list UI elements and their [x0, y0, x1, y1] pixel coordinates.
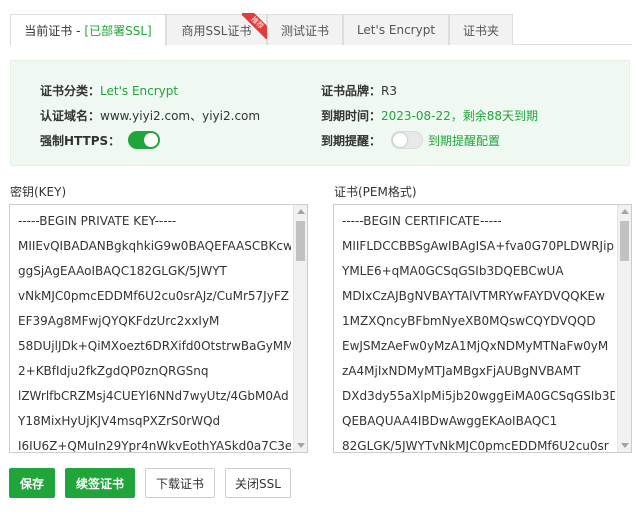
tab-commercial-ssl[interactable]: 商用SSL证书 推荐: [166, 13, 268, 45]
cert-line: 82GLGK/5JWYTvNkMJC0pmcEDDMf6U2cu0sr: [342, 439, 609, 453]
remind-config-link[interactable]: 到期提醒配置: [428, 132, 500, 149]
https-label: 强制HTTPS：: [40, 134, 121, 148]
key-scrollbar[interactable]: [293, 205, 307, 452]
expire-label: 到期时间：: [321, 109, 382, 123]
key-line: 58DUjlJDk+QiMXoezt6DRXifd0OtstrwBaGyMM: [18, 339, 291, 353]
key-line: lZWrlfbCRZMsj4CUEYl6NNd7wyUtz/4GbM0Ad: [18, 389, 289, 403]
tab-current-cert-label: 当前证书 -: [24, 24, 81, 38]
scroll-down-arrow-icon[interactable]: [621, 443, 629, 448]
scroll-up-arrow-icon[interactable]: [297, 209, 305, 214]
key-line: Y18MixHyUjKJV4msqPXZrS0rWQd: [18, 414, 221, 428]
category-row: 证书分类：Let's Encrypt: [40, 82, 178, 99]
key-line: vNkMJC0pmcEDDMf6U2cu0srAJz/CuMr57JyFZ: [18, 289, 289, 303]
tab-cert-folder[interactable]: 证书夹: [449, 14, 513, 45]
recommend-ribbon: 推荐: [242, 13, 268, 39]
category-value: Let's Encrypt: [100, 84, 179, 98]
scroll-thumb[interactable]: [296, 221, 305, 261]
brand-value: R3: [381, 84, 397, 98]
cert-line: MIIFLDCCBBSgAwIBAgISA+fva0G70PLDWRJip: [342, 239, 615, 253]
key-content: -----BEGIN PRIVATE KEY----- MIIEvQIBADANB…: [18, 209, 291, 453]
cert-scrollbar[interactable]: [617, 205, 631, 452]
key-line: I6IU6Z+QMuIn29Ypr4nWkvEothYASkd0a7C3e: [18, 439, 291, 453]
cert-label: 证书(PEM格式): [334, 185, 417, 199]
cert-line: zA4MjIxNDMyMTJaMBgxFjAUBgNVBAMT: [342, 364, 581, 378]
deployed-ssl-badge: [已部署SSL]: [84, 24, 152, 38]
key-line: MIIEvQIBADANBgkqhkiG9w0BAQEFAASCBKcw: [18, 239, 291, 253]
cert-line: EwJSMzAeFw0yMzA1MjQxNDMyMTNaFw0yM: [342, 339, 609, 353]
brand-row: 证书品牌：R3: [321, 82, 397, 99]
remind-row: 到期提醒：: [321, 132, 381, 149]
cert-line: YMLE6+qMA0GCSqGSIb3DQEBCwUA: [342, 264, 564, 278]
tab-current-cert[interactable]: 当前证书 - [已部署SSL]: [10, 14, 166, 46]
key-textarea[interactable]: -----BEGIN PRIVATE KEY----- MIIEvQIBADANB…: [9, 204, 308, 453]
brand-label: 证书品牌：: [321, 84, 382, 98]
key-line: ggSjAgEAAoIBAQC182GLGK/5JWYT: [18, 264, 227, 278]
tab-commercial-ssl-label: 商用SSL证书: [181, 23, 252, 38]
key-line: 2+KBfIdju2fkZgdQP0znQRGSnq: [18, 364, 209, 378]
download-cert-button[interactable]: 下载证书: [145, 468, 215, 498]
expire-value: 2023-08-22，剩余88天到期: [381, 109, 539, 123]
tab-lets-encrypt[interactable]: Let's Encrypt: [343, 14, 449, 45]
save-button[interactable]: 保存: [9, 468, 55, 498]
scroll-down-arrow-icon[interactable]: [297, 443, 305, 448]
key-line: -----BEGIN PRIVATE KEY-----: [18, 214, 177, 228]
renew-cert-button[interactable]: 续签证书: [65, 468, 135, 498]
domain-value: www.yiyi2.com、yiyi2.com: [100, 109, 261, 123]
scroll-thumb[interactable]: [620, 221, 629, 261]
https-row: 强制HTTPS：: [40, 132, 120, 149]
recommend-badge-label: 推荐: [242, 13, 268, 39]
tab-cert-folder-label: 证书夹: [462, 23, 499, 38]
cert-line: DXd3dy55aXlpMi5jb20wggEiMA0GCSqGSIb3D: [342, 389, 615, 403]
expire-remind-toggle[interactable]: [391, 131, 423, 149]
tab-bar: 当前证书 - [已部署SSL] 商用SSL证书 推荐 测试证书 Let's En…: [10, 13, 632, 46]
cert-line: -----BEGIN CERTIFICATE-----: [342, 214, 502, 228]
domain-label: 认证域名：: [40, 109, 101, 123]
scroll-up-arrow-icon[interactable]: [621, 209, 629, 214]
tab-test-cert[interactable]: 测试证书: [267, 14, 343, 45]
close-ssl-button[interactable]: 关闭SSL: [225, 468, 291, 498]
cert-content: -----BEGIN CERTIFICATE----- MIIFLDCCBBSgA…: [342, 209, 615, 453]
key-line: EF39Ag8MFwjQYQKFdzUrc2xxIyM: [18, 314, 220, 328]
category-label: 证书分类：: [40, 84, 101, 98]
cert-line: MDIxCzAJBgNVBAYTAlVTMRYwFAYDVQQKEw: [342, 289, 605, 303]
cert-textarea[interactable]: -----BEGIN CERTIFICATE----- MIIFLDCCBBSgA…: [333, 204, 632, 453]
tab-lets-encrypt-label: Let's Encrypt: [356, 23, 436, 37]
force-https-toggle[interactable]: [128, 131, 160, 149]
remind-label: 到期提醒：: [321, 134, 382, 148]
tab-test-cert-label: 测试证书: [280, 23, 329, 38]
key-label: 密钥(KEY): [10, 185, 67, 199]
cert-line: QEBAQUAA4IBDwAwggEKAoIBAQC1: [342, 414, 558, 428]
cert-info-panel: 证书分类：Let's Encrypt 证书品牌：R3 认证域名：www.yiyi…: [10, 60, 630, 166]
expire-row: 到期时间：2023-08-22，剩余88天到期: [321, 107, 538, 124]
domain-row: 认证域名：www.yiyi2.com、yiyi2.com: [40, 107, 260, 124]
cert-line: 1MZXQncyBFbmNyeXB0MQswCQYDVQQD: [342, 314, 596, 328]
